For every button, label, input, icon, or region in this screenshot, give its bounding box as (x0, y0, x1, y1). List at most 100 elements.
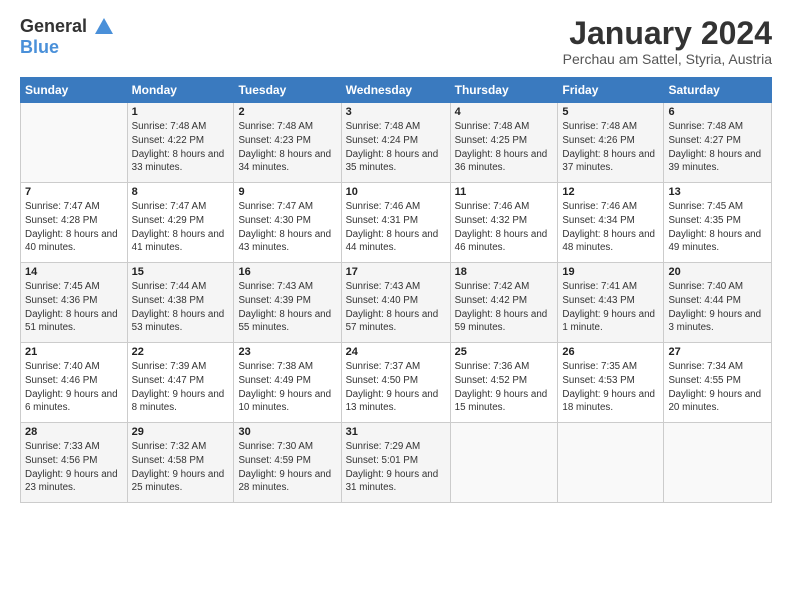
calendar-cell: 20 Sunrise: 7:40 AM Sunset: 4:44 PM Dayl… (664, 263, 772, 343)
day-info: Sunrise: 7:48 AM Sunset: 4:25 PM Dayligh… (455, 120, 554, 175)
sunset-text: Sunset: 4:38 PM (132, 295, 204, 306)
calendar-cell: 8 Sunrise: 7:47 AM Sunset: 4:29 PM Dayli… (127, 183, 234, 263)
calendar-cell: 19 Sunrise: 7:41 AM Sunset: 4:43 PM Dayl… (558, 263, 664, 343)
sunset-text: Sunset: 4:55 PM (668, 375, 740, 386)
daylight-text: Daylight: 9 hours and 28 minutes. (238, 469, 331, 494)
calendar-header-friday: Friday (558, 78, 664, 103)
sunrise-text: Sunrise: 7:43 AM (238, 281, 313, 292)
daylight-text: Daylight: 8 hours and 49 minutes. (668, 229, 761, 254)
daylight-text: Daylight: 9 hours and 10 minutes. (238, 389, 331, 414)
calendar-cell: 14 Sunrise: 7:45 AM Sunset: 4:36 PM Dayl… (21, 263, 128, 343)
daylight-text: Daylight: 8 hours and 41 minutes. (132, 229, 225, 254)
day-number: 31 (346, 426, 446, 438)
day-info: Sunrise: 7:46 AM Sunset: 4:34 PM Dayligh… (562, 200, 659, 255)
day-info: Sunrise: 7:48 AM Sunset: 4:26 PM Dayligh… (562, 120, 659, 175)
calendar-cell: 5 Sunrise: 7:48 AM Sunset: 4:26 PM Dayli… (558, 103, 664, 183)
calendar-header-saturday: Saturday (664, 78, 772, 103)
calendar-cell: 12 Sunrise: 7:46 AM Sunset: 4:34 PM Dayl… (558, 183, 664, 263)
calendar-cell: 16 Sunrise: 7:43 AM Sunset: 4:39 PM Dayl… (234, 263, 341, 343)
sunset-text: Sunset: 4:42 PM (455, 295, 527, 306)
sunset-text: Sunset: 4:56 PM (25, 455, 97, 466)
day-info: Sunrise: 7:48 AM Sunset: 4:22 PM Dayligh… (132, 120, 230, 175)
sunrise-text: Sunrise: 7:34 AM (668, 361, 743, 372)
day-info: Sunrise: 7:43 AM Sunset: 4:39 PM Dayligh… (238, 280, 336, 335)
daylight-text: Daylight: 8 hours and 33 minutes. (132, 149, 225, 174)
calendar-cell: 24 Sunrise: 7:37 AM Sunset: 4:50 PM Dayl… (341, 343, 450, 423)
day-number: 5 (562, 106, 659, 118)
daylight-text: Daylight: 8 hours and 57 minutes. (346, 309, 439, 334)
day-number: 13 (668, 186, 767, 198)
daylight-text: Daylight: 8 hours and 51 minutes. (25, 309, 118, 334)
day-info: Sunrise: 7:44 AM Sunset: 4:38 PM Dayligh… (132, 280, 230, 335)
calendar-header-tuesday: Tuesday (234, 78, 341, 103)
day-info: Sunrise: 7:34 AM Sunset: 4:55 PM Dayligh… (668, 360, 767, 415)
day-number: 27 (668, 346, 767, 358)
day-number: 23 (238, 346, 336, 358)
day-info: Sunrise: 7:47 AM Sunset: 4:29 PM Dayligh… (132, 200, 230, 255)
sunset-text: Sunset: 4:28 PM (25, 215, 97, 226)
daylight-text: Daylight: 9 hours and 3 minutes. (668, 309, 761, 334)
daylight-text: Daylight: 8 hours and 55 minutes. (238, 309, 331, 334)
daylight-text: Daylight: 9 hours and 1 minute. (562, 309, 655, 334)
calendar-cell (450, 423, 558, 503)
sunrise-text: Sunrise: 7:47 AM (238, 201, 313, 212)
day-info: Sunrise: 7:47 AM Sunset: 4:30 PM Dayligh… (238, 200, 336, 255)
calendar-cell: 25 Sunrise: 7:36 AM Sunset: 4:52 PM Dayl… (450, 343, 558, 423)
daylight-text: Daylight: 9 hours and 6 minutes. (25, 389, 118, 414)
sunset-text: Sunset: 4:32 PM (455, 215, 527, 226)
calendar-header-row: SundayMondayTuesdayWednesdayThursdayFrid… (21, 78, 772, 103)
calendar-week-0: 1 Sunrise: 7:48 AM Sunset: 4:22 PM Dayli… (21, 103, 772, 183)
page: General Blue January 2024 Perchau am Sat… (0, 0, 792, 513)
sunrise-text: Sunrise: 7:38 AM (238, 361, 313, 372)
day-info: Sunrise: 7:43 AM Sunset: 4:40 PM Dayligh… (346, 280, 446, 335)
sunset-text: Sunset: 4:53 PM (562, 375, 634, 386)
calendar-cell: 13 Sunrise: 7:45 AM Sunset: 4:35 PM Dayl… (664, 183, 772, 263)
calendar-cell (558, 423, 664, 503)
daylight-text: Daylight: 8 hours and 53 minutes. (132, 309, 225, 334)
sunset-text: Sunset: 4:26 PM (562, 135, 634, 146)
day-info: Sunrise: 7:48 AM Sunset: 4:27 PM Dayligh… (668, 120, 767, 175)
daylight-text: Daylight: 9 hours and 31 minutes. (346, 469, 439, 494)
day-info: Sunrise: 7:40 AM Sunset: 4:46 PM Dayligh… (25, 360, 123, 415)
daylight-text: Daylight: 9 hours and 15 minutes. (455, 389, 548, 414)
sunrise-text: Sunrise: 7:29 AM (346, 441, 421, 452)
calendar-cell: 4 Sunrise: 7:48 AM Sunset: 4:25 PM Dayli… (450, 103, 558, 183)
calendar: SundayMondayTuesdayWednesdayThursdayFrid… (20, 77, 772, 503)
daylight-text: Daylight: 8 hours and 39 minutes. (668, 149, 761, 174)
sunrise-text: Sunrise: 7:48 AM (562, 121, 637, 132)
logo-blue: Blue (20, 38, 116, 56)
day-number: 7 (25, 186, 123, 198)
sunrise-text: Sunrise: 7:45 AM (668, 201, 743, 212)
daylight-text: Daylight: 8 hours and 40 minutes. (25, 229, 118, 254)
calendar-cell: 21 Sunrise: 7:40 AM Sunset: 4:46 PM Dayl… (21, 343, 128, 423)
calendar-cell: 31 Sunrise: 7:29 AM Sunset: 5:01 PM Dayl… (341, 423, 450, 503)
sunrise-text: Sunrise: 7:32 AM (132, 441, 207, 452)
day-number: 24 (346, 346, 446, 358)
sunset-text: Sunset: 4:58 PM (132, 455, 204, 466)
daylight-text: Daylight: 8 hours and 34 minutes. (238, 149, 331, 174)
sunset-text: Sunset: 4:52 PM (455, 375, 527, 386)
calendar-cell: 10 Sunrise: 7:46 AM Sunset: 4:31 PM Dayl… (341, 183, 450, 263)
sunset-text: Sunset: 4:30 PM (238, 215, 310, 226)
day-info: Sunrise: 7:45 AM Sunset: 4:36 PM Dayligh… (25, 280, 123, 335)
day-number: 20 (668, 266, 767, 278)
sunrise-text: Sunrise: 7:45 AM (25, 281, 100, 292)
sunrise-text: Sunrise: 7:40 AM (668, 281, 743, 292)
calendar-week-3: 21 Sunrise: 7:40 AM Sunset: 4:46 PM Dayl… (21, 343, 772, 423)
calendar-cell: 27 Sunrise: 7:34 AM Sunset: 4:55 PM Dayl… (664, 343, 772, 423)
day-number: 9 (238, 186, 336, 198)
calendar-week-2: 14 Sunrise: 7:45 AM Sunset: 4:36 PM Dayl… (21, 263, 772, 343)
calendar-cell: 30 Sunrise: 7:30 AM Sunset: 4:59 PM Dayl… (234, 423, 341, 503)
day-info: Sunrise: 7:36 AM Sunset: 4:52 PM Dayligh… (455, 360, 554, 415)
calendar-header-sunday: Sunday (21, 78, 128, 103)
calendar-cell: 6 Sunrise: 7:48 AM Sunset: 4:27 PM Dayli… (664, 103, 772, 183)
sunset-text: Sunset: 4:44 PM (668, 295, 740, 306)
sunrise-text: Sunrise: 7:48 AM (346, 121, 421, 132)
day-number: 26 (562, 346, 659, 358)
sunrise-text: Sunrise: 7:47 AM (132, 201, 207, 212)
day-number: 29 (132, 426, 230, 438)
day-number: 30 (238, 426, 336, 438)
sunrise-text: Sunrise: 7:42 AM (455, 281, 530, 292)
calendar-week-4: 28 Sunrise: 7:33 AM Sunset: 4:56 PM Dayl… (21, 423, 772, 503)
day-number: 19 (562, 266, 659, 278)
